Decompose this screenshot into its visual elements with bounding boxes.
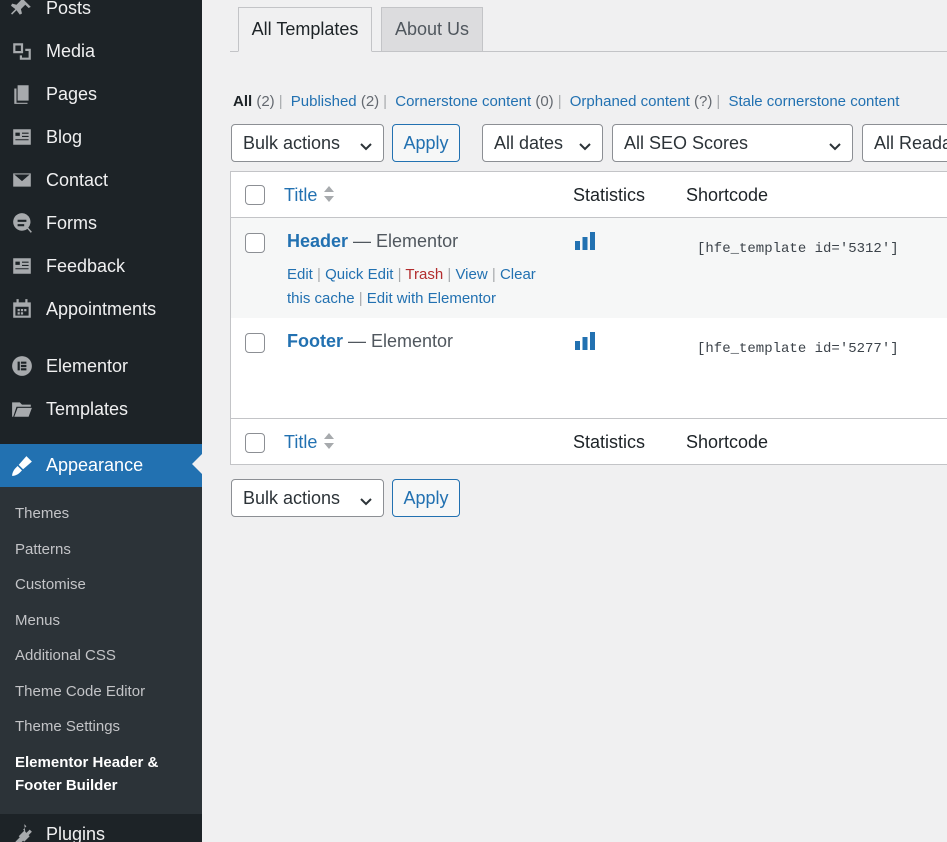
status-filter-links: All (2) | Published (2) | Cornerstone cont… — [233, 93, 900, 110]
submenu-theme-code-editor[interactable]: Theme Code Editor — [15, 683, 145, 700]
row-title-link[interactable]: Header — [287, 231, 348, 251]
column-statistics-footer: Statistics — [573, 432, 646, 452]
envelope-icon — [10, 168, 34, 192]
row-actions: Edit | Quick Edit | Trash | View | Clear… — [287, 266, 536, 307]
statistics-icon[interactable] — [574, 231, 596, 251]
seo-score-select[interactable]: All SEO Scores — [612, 124, 853, 162]
row-title-suffix: — Elementor — [343, 331, 454, 351]
shortcode-value[interactable]: [hfe_template id='5277'] — [697, 341, 899, 357]
seo-score-value: All SEO Scores — [624, 132, 749, 153]
column-statistics-header: Statistics — [573, 185, 646, 205]
blog-icon — [10, 125, 34, 149]
chevron-down-icon — [359, 492, 373, 506]
menu-pages[interactable]: Pages — [0, 74, 202, 114]
submenu-menus[interactable]: Menus — [15, 612, 60, 629]
bulk-actions-value: Bulk actions — [243, 132, 341, 153]
view-link[interactable]: View — [455, 266, 487, 283]
quick-edit-link[interactable]: Quick Edit — [325, 266, 393, 283]
column-title-footer[interactable]: Title — [284, 432, 317, 453]
appearance-submenu: Themes Patterns Customise Menus Addition… — [0, 487, 202, 814]
menu-feedback[interactable]: Feedback — [0, 246, 202, 286]
pages-icon — [10, 82, 34, 106]
submenu-header-footer-builder[interactable]: Elementor Header & Footer Builder — [15, 751, 185, 797]
elementor-icon — [10, 354, 34, 378]
bulk-actions-select-top[interactable]: Bulk actions — [231, 124, 384, 162]
table-header: Title Statistics Shortcode — [231, 172, 947, 218]
submenu-additional-css[interactable]: Additional CSS — [15, 647, 116, 664]
menu-posts[interactable]: Posts — [0, 0, 202, 28]
table-row: Header — Elementor Edit | Quick Edit | T… — [231, 218, 947, 318]
trash-link[interactable]: Trash — [405, 266, 443, 283]
filter-all-count: (2) — [256, 93, 275, 110]
chevron-down-icon — [578, 137, 592, 151]
filter-published[interactable]: Published — [291, 93, 357, 110]
select-all-checkbox[interactable] — [245, 185, 265, 205]
edit-link[interactable]: Edit — [287, 266, 313, 283]
row-checkbox[interactable] — [245, 333, 265, 353]
media-icon — [10, 39, 34, 63]
pin-icon — [10, 0, 34, 20]
brush-icon — [10, 454, 34, 478]
row-title-link[interactable]: Footer — [287, 331, 343, 351]
row-title: Footer — Elementor — [287, 331, 453, 352]
filter-orphaned-count: (?) — [694, 93, 713, 110]
column-shortcode-footer: Shortcode — [686, 432, 769, 452]
date-filter-select[interactable]: All dates — [482, 124, 603, 162]
bulk-actions-select-bottom[interactable]: Bulk actions — [231, 479, 384, 517]
folder-icon — [10, 397, 34, 421]
forms-icon — [10, 211, 34, 235]
filter-orphaned[interactable]: Orphaned content — [570, 93, 690, 110]
row-checkbox[interactable] — [245, 233, 265, 253]
menu-media[interactable]: Media — [0, 31, 202, 71]
menu-blog[interactable]: Blog — [0, 117, 202, 157]
admin-sidebar: Posts Media Pages Blog Contact Forms Fee… — [0, 0, 202, 842]
table-row: Footer — Elementor [hfe_template id='527… — [231, 318, 947, 418]
menu-contact[interactable]: Contact — [0, 160, 202, 200]
menu-forms[interactable]: Forms — [0, 203, 202, 243]
submenu-theme-settings[interactable]: Theme Settings — [15, 718, 120, 735]
filter-published-count: (2) — [360, 93, 380, 110]
menu-plugins[interactable]: Plugins — [0, 814, 202, 842]
tab-about-us[interactable]: About Us — [381, 7, 483, 52]
chevron-down-icon — [828, 137, 842, 151]
column-title-header[interactable]: Title — [284, 185, 317, 206]
menu-appointments[interactable]: Appointments — [0, 289, 202, 329]
row-title-suffix: — Elementor — [348, 231, 459, 251]
menu-elementor[interactable]: Elementor — [0, 346, 202, 386]
chevron-down-icon — [359, 137, 373, 151]
filter-cornerstone-count: (0) — [535, 93, 554, 110]
sort-icon[interactable] — [323, 432, 335, 450]
statistics-icon[interactable] — [574, 331, 596, 351]
select-all-checkbox-footer[interactable] — [245, 433, 265, 453]
menu-templates[interactable]: Templates — [0, 389, 202, 429]
submenu-patterns[interactable]: Patterns — [15, 541, 71, 558]
bulk-actions-value: Bulk actions — [243, 487, 341, 508]
sort-icon[interactable] — [323, 185, 335, 203]
date-filter-value: All dates — [494, 132, 564, 153]
filter-all[interactable]: All — [233, 93, 252, 110]
column-shortcode-header: Shortcode — [686, 185, 769, 205]
readability-select[interactable]: All Readability Scores — [862, 124, 947, 162]
plugin-icon — [10, 822, 34, 842]
apply-button-top[interactable]: Apply — [392, 124, 460, 162]
tab-all-templates[interactable]: All Templates — [238, 7, 372, 52]
filter-cornerstone[interactable]: Cornerstone content — [395, 93, 531, 110]
filter-stale-cornerstone[interactable]: Stale cornerstone content — [728, 93, 899, 110]
submenu-themes[interactable]: Themes — [15, 505, 69, 522]
readability-value: All Readability Scores — [874, 132, 947, 153]
table-footer: Title Statistics Shortcode — [231, 418, 947, 465]
edit-with-elementor-link[interactable]: Edit with Elementor — [367, 290, 496, 307]
calendar-icon — [10, 297, 34, 321]
apply-button-bottom[interactable]: Apply — [392, 479, 460, 517]
menu-appearance[interactable]: Appearance — [0, 444, 202, 487]
templates-table: Title Statistics Shortcode Header — Elem… — [230, 171, 947, 465]
row-title: Header — Elementor — [287, 231, 458, 252]
submenu-customise[interactable]: Customise — [15, 576, 86, 593]
main-content: All Templates About Us All (2) | Publishe… — [202, 0, 947, 842]
shortcode-value[interactable]: [hfe_template id='5312'] — [697, 241, 899, 257]
feedback-icon — [10, 254, 34, 278]
